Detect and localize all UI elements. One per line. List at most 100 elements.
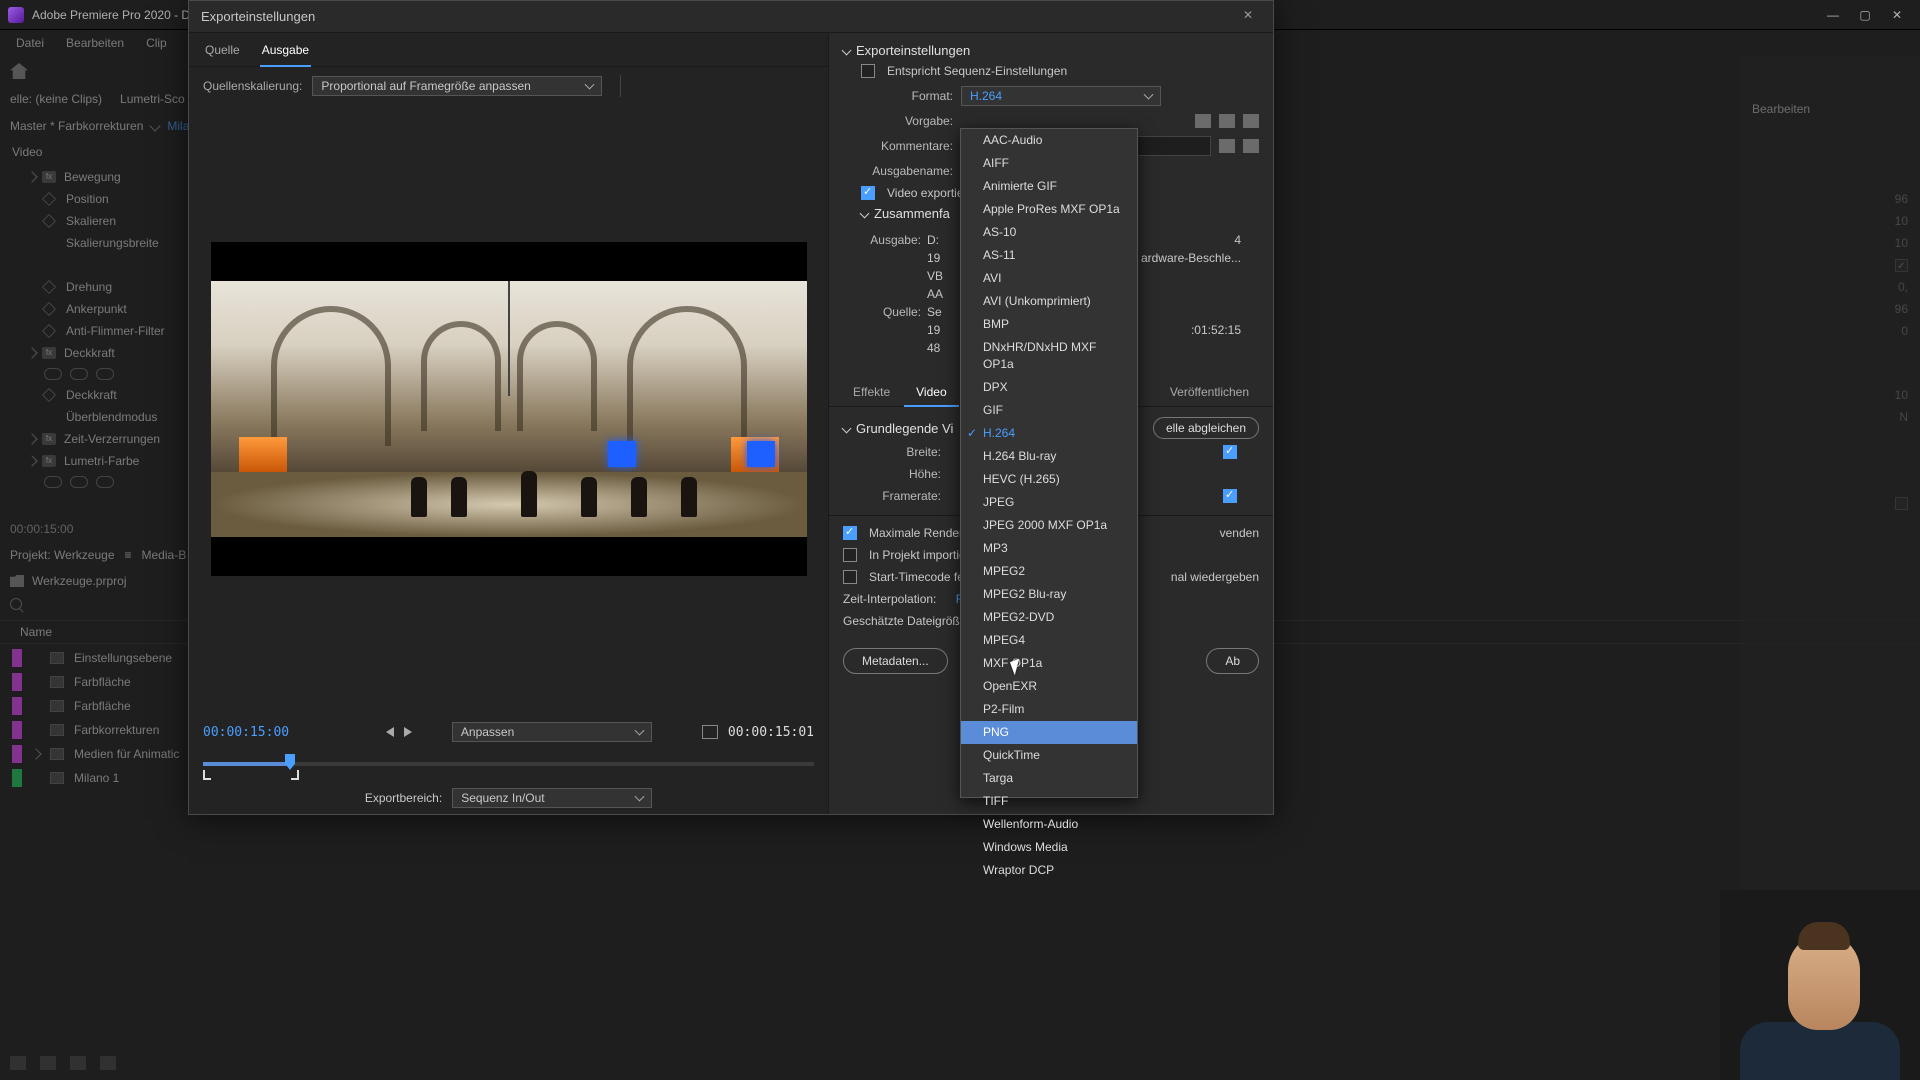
format-option[interactable]: H.264 Blu-ray <box>961 445 1137 468</box>
pen-mask-icon[interactable] <box>96 476 114 488</box>
abbrechen-button[interactable]: Ab <box>1206 648 1259 674</box>
delete-preset-icon[interactable] <box>1243 114 1259 128</box>
tab-video[interactable]: Video <box>904 379 958 407</box>
search-icon[interactable] <box>10 598 22 610</box>
save-preset-icon[interactable] <box>1219 114 1235 128</box>
format-option[interactable]: Targa <box>961 767 1137 790</box>
format-option[interactable]: MPEG2 Blu-ray <box>961 583 1137 606</box>
folder-icon[interactable] <box>1219 139 1235 153</box>
format-option[interactable]: HEVC (H.265) <box>961 468 1137 491</box>
format-option[interactable]: JPEG 2000 MXF OP1a <box>961 514 1137 537</box>
format-option[interactable]: Wraptor DCP <box>961 859 1137 882</box>
tab-veroeffentlichen[interactable]: Veröffentlichen <box>1158 379 1261 406</box>
metadata-button[interactable]: Metadaten... <box>843 648 948 674</box>
range-dropdown[interactable]: Sequenz In/Out <box>452 788 652 808</box>
ellipse-mask-icon[interactable] <box>44 368 62 380</box>
format-option[interactable]: P2-Film <box>961 698 1137 721</box>
zoom-slider-icon[interactable] <box>100 1056 116 1070</box>
pen-mask-icon[interactable] <box>96 368 114 380</box>
import-preset-icon[interactable] <box>1195 114 1211 128</box>
max-render-checkbox[interactable] <box>843 526 857 540</box>
ellipse-mask-icon[interactable] <box>44 476 62 488</box>
keyframe-icon[interactable] <box>42 192 56 206</box>
video-export-checkbox[interactable] <box>861 186 875 200</box>
match-sequence-checkbox[interactable] <box>861 64 875 78</box>
label-swatch[interactable] <box>12 697 22 715</box>
twirl-icon[interactable] <box>26 171 37 182</box>
keyframe-icon[interactable] <box>42 388 56 402</box>
format-option[interactable]: Apple ProRes MXF OP1a <box>961 198 1137 221</box>
format-option[interactable]: Windows Media <box>961 836 1137 859</box>
playhead-icon[interactable] <box>285 754 295 770</box>
chevron-down-icon[interactable] <box>150 120 161 131</box>
format-dropdown[interactable]: H.264 <box>961 86 1161 106</box>
format-option[interactable]: MPEG2 <box>961 560 1137 583</box>
format-option[interactable]: DPX <box>961 376 1137 399</box>
format-option[interactable]: JPEG <box>961 491 1137 514</box>
format-option[interactable]: H.264 <box>961 422 1137 445</box>
format-option[interactable]: MPEG2-DVD <box>961 606 1137 629</box>
format-option[interactable]: AVI <box>961 267 1137 290</box>
format-option[interactable]: MXF OP1a <box>961 652 1137 675</box>
import-project-checkbox[interactable] <box>843 548 857 562</box>
menu-clip[interactable]: Clip <box>136 33 177 53</box>
tab-media-browser[interactable]: Media-B <box>142 548 187 562</box>
preview-track[interactable] <box>203 752 814 776</box>
tab-quelle[interactable]: Quelle <box>203 39 242 66</box>
scaling-dropdown[interactable]: Proportional auf Framegröße anpassen <box>312 76 602 96</box>
format-option[interactable]: GIF <box>961 399 1137 422</box>
twirl-icon[interactable] <box>26 347 37 358</box>
close-window-button[interactable]: ✕ <box>1890 8 1904 22</box>
menu-datei[interactable]: Datei <box>6 33 54 53</box>
twirl-icon[interactable] <box>30 748 41 759</box>
maximize-button[interactable]: ▢ <box>1858 8 1872 22</box>
tab-bearbeiten[interactable]: Bearbeiten <box>1740 96 1920 122</box>
list-view-icon[interactable] <box>10 1056 26 1070</box>
format-option[interactable]: AS-11 <box>961 244 1137 267</box>
step-back-icon[interactable] <box>386 727 394 737</box>
in-timecode[interactable]: 00:00:15:00 <box>203 725 289 740</box>
in-marker-icon[interactable] <box>203 770 211 780</box>
play-icon[interactable] <box>404 727 412 737</box>
twirl-icon[interactable] <box>26 433 37 444</box>
match-source-button[interactable]: elle abgleichen <box>1153 417 1259 439</box>
label-swatch[interactable] <box>12 721 22 739</box>
format-option[interactable]: TIFF <box>961 790 1137 813</box>
label-swatch[interactable] <box>12 673 22 691</box>
start-timecode-checkbox[interactable] <box>843 570 857 584</box>
format-option[interactable]: AS-10 <box>961 221 1137 244</box>
tab-projekt[interactable]: Projekt: Werkzeuge <box>10 548 115 562</box>
tab-effekte[interactable]: Effekte <box>841 379 902 406</box>
dialog-close-button[interactable]: ✕ <box>1243 8 1261 26</box>
format-option[interactable]: QuickTime <box>961 744 1137 767</box>
freeform-view-icon[interactable] <box>70 1056 86 1070</box>
format-option[interactable]: MPEG4 <box>961 629 1137 652</box>
browse-icon[interactable] <box>1243 139 1259 153</box>
framerate-match-checkbox[interactable] <box>1223 489 1237 503</box>
keyframe-icon[interactable] <box>42 302 56 316</box>
rect-mask-icon[interactable] <box>70 476 88 488</box>
format-option[interactable]: MP3 <box>961 537 1137 560</box>
home-icon[interactable] <box>10 63 28 79</box>
keyframe-icon[interactable] <box>42 280 56 294</box>
out-marker-icon[interactable] <box>291 770 299 780</box>
format-option[interactable]: AVI (Unkomprimiert) <box>961 290 1137 313</box>
label-swatch[interactable] <box>12 769 22 787</box>
format-option[interactable]: Animierte GIF <box>961 175 1137 198</box>
twirl-icon[interactable] <box>26 455 37 466</box>
keyframe-icon[interactable] <box>42 324 56 338</box>
keyframe-icon[interactable] <box>42 214 56 228</box>
tab-ausgabe[interactable]: Ausgabe <box>260 39 311 67</box>
format-option[interactable]: OpenEXR <box>961 675 1137 698</box>
format-option[interactable]: AIFF <box>961 152 1137 175</box>
rect-mask-icon[interactable] <box>70 368 88 380</box>
format-option[interactable]: Wellenform-Audio <box>961 813 1137 836</box>
format-dropdown-list[interactable]: AAC-AudioAIFFAnimierte GIFApple ProRes M… <box>960 128 1138 798</box>
icon-view-icon[interactable] <box>40 1056 56 1070</box>
out-timecode[interactable]: 00:00:15:01 <box>728 725 814 740</box>
menu-bearbeiten[interactable]: Bearbeiten <box>56 33 134 53</box>
format-option[interactable]: AAC-Audio <box>961 129 1137 152</box>
format-option[interactable]: BMP <box>961 313 1137 336</box>
format-option[interactable]: DNxHR/DNxHD MXF OP1a <box>961 336 1137 376</box>
minimize-button[interactable]: — <box>1826 8 1840 22</box>
